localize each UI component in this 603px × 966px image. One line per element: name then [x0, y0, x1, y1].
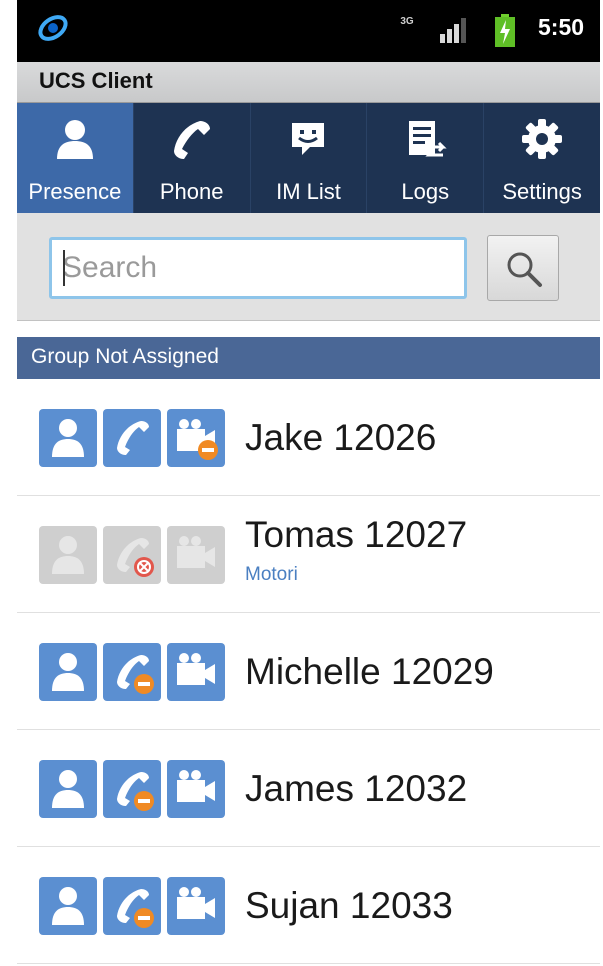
video-button[interactable] — [167, 643, 225, 701]
title-bar: UCS Client — [17, 62, 600, 103]
video-button[interactable] — [167, 409, 225, 467]
search-icon — [507, 252, 542, 287]
contact-status-text: Motori — [245, 564, 298, 585]
text-cursor — [63, 250, 65, 286]
group-header[interactable]: Group Not Assigned — [17, 337, 600, 379]
search-input[interactable] — [52, 240, 464, 296]
video-button[interactable] — [167, 877, 225, 935]
search-button[interactable] — [487, 235, 559, 301]
phone-icon — [170, 117, 214, 166]
contact-name: James 12032 — [245, 768, 468, 809]
tab-label: Settings — [502, 179, 582, 204]
phone-icon — [117, 421, 149, 455]
search-field[interactable] — [49, 237, 467, 299]
video-camera-icon — [177, 419, 218, 460]
video-button[interactable] — [167, 526, 225, 584]
call-button[interactable] — [103, 760, 161, 818]
call-button[interactable] — [103, 643, 161, 701]
tab-im-list[interactable]: IM List — [251, 103, 368, 213]
tab-label: IM List — [276, 179, 341, 204]
gear-icon — [520, 117, 564, 166]
contact-row[interactable]: Jake 12026 — [17, 379, 600, 496]
contact-list: Jake 12026 Tomas 12027 Motori Michelle 1… — [17, 379, 600, 964]
chat-icon — [286, 117, 330, 166]
signal-strength-icon — [438, 16, 472, 49]
person-icon — [52, 536, 84, 574]
call-button[interactable] — [103, 409, 161, 467]
phone-busy-icon — [117, 772, 154, 811]
contact-name: Sujan 12033 — [245, 885, 453, 926]
network-type-icon: 3G — [400, 16, 414, 27]
presence-button[interactable] — [39, 643, 97, 701]
contact-name: Michelle 12029 — [245, 651, 494, 692]
video-button[interactable] — [167, 760, 225, 818]
call-button[interactable] — [103, 877, 161, 935]
person-icon — [52, 653, 84, 691]
presence-button[interactable] — [39, 760, 97, 818]
search-bar — [17, 213, 600, 321]
presence-button[interactable] — [39, 526, 97, 584]
contact-row[interactable]: Tomas 12027 Motori — [17, 496, 600, 613]
call-button[interactable] — [103, 526, 161, 584]
video-camera-icon — [177, 770, 215, 802]
contact-row[interactable]: James 12032 — [17, 730, 600, 847]
contact-row[interactable]: Sujan 12033 — [17, 847, 600, 964]
phone-busy-icon — [117, 889, 154, 928]
group-name: Group Not Assigned — [31, 345, 219, 368]
person-icon — [53, 117, 97, 166]
tab-label: Presence — [28, 179, 122, 204]
presence-button[interactable] — [39, 409, 97, 467]
contact-name: Tomas 12027 — [245, 514, 468, 555]
person-icon — [52, 419, 84, 457]
presence-button[interactable] — [39, 877, 97, 935]
battery-charging-icon — [494, 14, 516, 53]
status-bar: 3G 5:50 — [17, 0, 600, 62]
contact-row[interactable]: Michelle 12029 — [17, 613, 600, 730]
video-camera-icon — [177, 887, 215, 919]
person-icon — [52, 887, 84, 925]
logs-icon — [403, 117, 447, 166]
ucs-logo-icon — [35, 10, 71, 51]
person-icon — [52, 770, 84, 808]
app-title: UCS Client — [39, 68, 153, 93]
tab-settings[interactable]: Settings — [484, 103, 600, 213]
tab-bar: Presence Phone IM List Logs Settings — [17, 103, 600, 213]
tab-label: Logs — [401, 179, 450, 204]
video-camera-icon — [177, 653, 215, 685]
tab-label: Phone — [159, 179, 224, 204]
tab-presence[interactable]: Presence — [17, 103, 134, 213]
video-camera-icon — [177, 536, 215, 568]
tab-logs[interactable]: Logs — [367, 103, 485, 213]
status-clock: 5:50 — [538, 14, 585, 40]
contact-name: Jake 12026 — [245, 417, 437, 458]
app-screen: 3G 5:50 UCS Client Presence Phone IM Lis… — [17, 0, 600, 966]
phone-blocked-icon — [117, 538, 154, 577]
tab-phone[interactable]: Phone — [134, 103, 251, 213]
phone-busy-icon — [117, 655, 154, 694]
